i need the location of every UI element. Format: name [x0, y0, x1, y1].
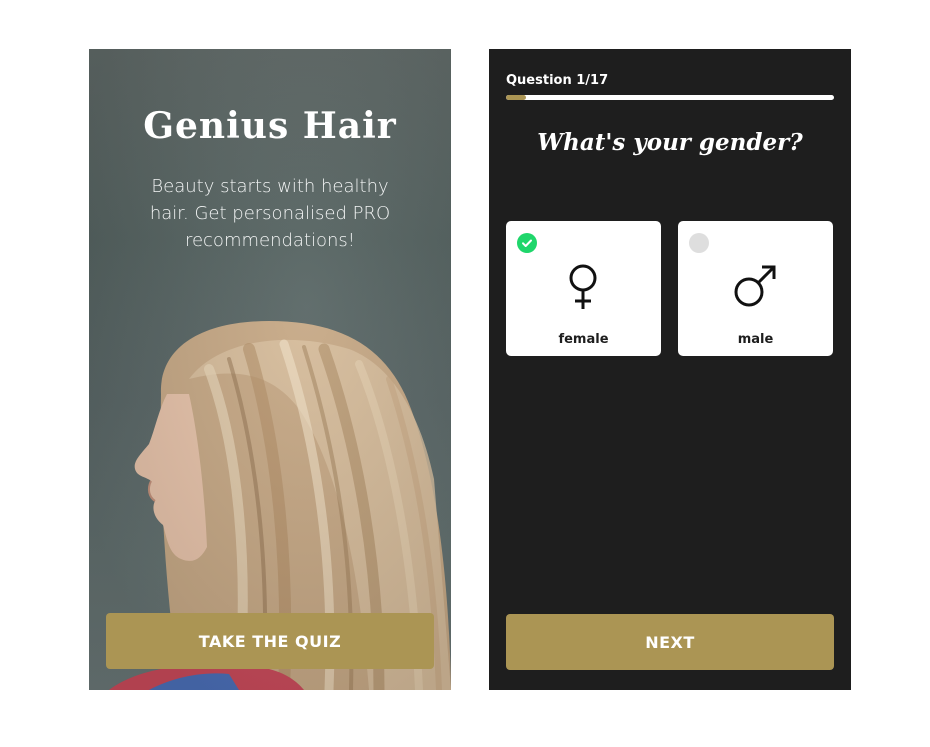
app-tagline: Beauty starts with healthy hair. Get per… — [149, 176, 391, 251]
progress-bar — [506, 95, 834, 100]
unselected-radio-icon — [689, 233, 709, 253]
welcome-screen: Genius Hair Beauty starts with healthy h… — [89, 49, 451, 690]
option-female-card[interactable]: female — [506, 221, 661, 356]
question-title: What's your gender? — [537, 129, 803, 156]
female-symbol-icon — [569, 264, 597, 309]
male-symbol-icon — [734, 265, 776, 307]
take-quiz-button[interactable]: TAKE THE QUIZ — [106, 613, 434, 669]
option-female-label: female — [558, 332, 609, 347]
question-counter: Question 1/17 — [506, 73, 609, 88]
progress-fill — [506, 95, 526, 100]
selected-check-icon — [517, 233, 537, 253]
option-male-card[interactable]: male — [678, 221, 833, 356]
app-title: Genius Hair — [143, 105, 397, 147]
next-button[interactable]: NEXT — [506, 614, 834, 670]
option-male-label: male — [737, 332, 774, 347]
quiz-screen: Question 1/17 What's your gender? female… — [489, 49, 851, 690]
